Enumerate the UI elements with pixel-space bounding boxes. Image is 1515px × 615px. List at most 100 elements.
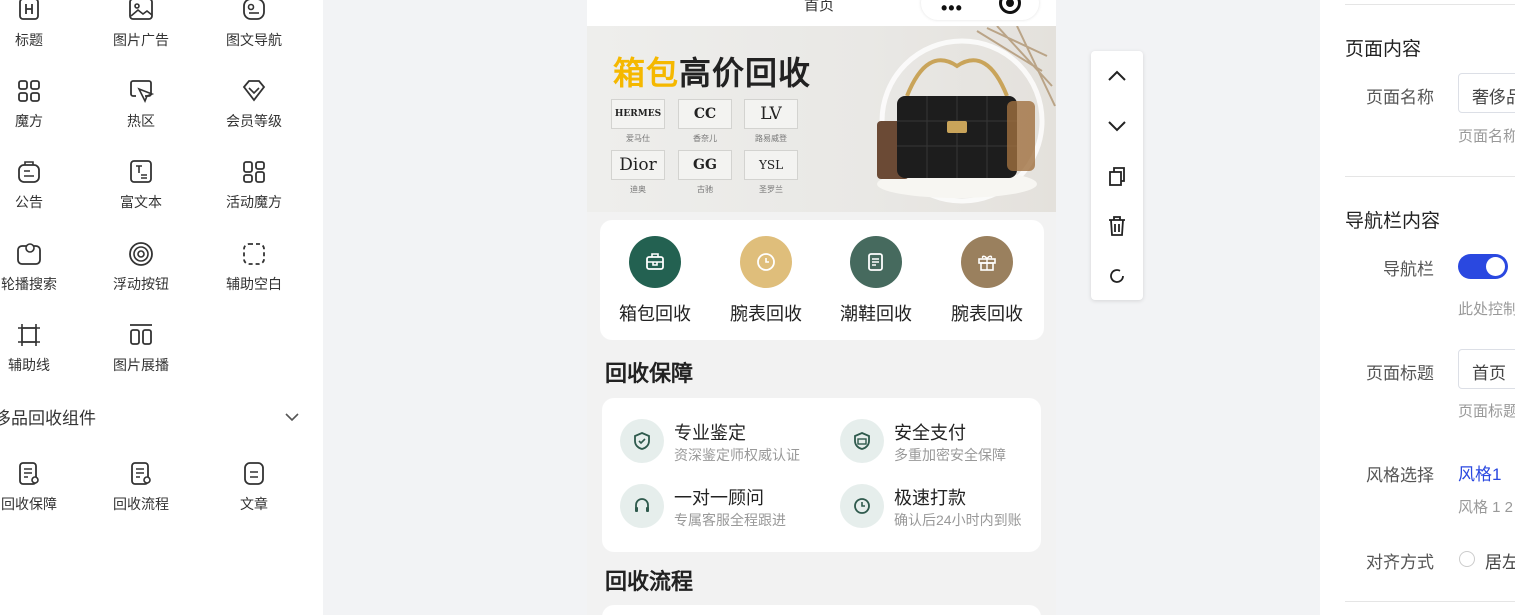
member-level-icon: [240, 77, 268, 105]
component-article[interactable]: 文章: [209, 460, 299, 514]
component-image-show[interactable]: 图片展播: [96, 321, 186, 375]
page-name-tip: 页面名称: [1458, 128, 1515, 145]
component-label: 活动魔方: [226, 194, 282, 210]
guarantee-item[interactable]: 极速打款 确认后24小时内到账: [840, 484, 1050, 530]
component-label: 图片展播: [113, 357, 169, 373]
carousel-search-icon: [15, 240, 43, 268]
quick-nav-label: 箱包回收: [619, 304, 691, 324]
component-label: 热区: [127, 113, 155, 129]
chevron-down-icon[interactable]: [283, 408, 301, 426]
align-left-label[interactable]: 居左: [1485, 548, 1515, 573]
nav-bar-label: 导航栏: [1383, 260, 1434, 279]
component-float-button[interactable]: 浮动按钮: [96, 240, 186, 294]
component-recycle-guarantee[interactable]: 回收保障: [0, 460, 74, 514]
divider: [1345, 4, 1515, 5]
nav-bar-toggle[interactable]: [1458, 254, 1508, 279]
brand-logo-mark: CC: [678, 99, 732, 129]
quick-nav-item[interactable]: 腕表回收: [716, 236, 816, 326]
watch-icon: [740, 236, 792, 288]
flow-section-title: 回收流程: [605, 569, 694, 594]
headset-icon: [620, 484, 664, 528]
page-title: 首页: [804, 0, 835, 14]
hotspot-icon: [127, 77, 155, 105]
clock-icon: [840, 484, 884, 528]
page-title-input[interactable]: 首页: [1458, 349, 1515, 389]
component-member-level[interactable]: 会员等级: [209, 77, 299, 131]
brand-logo: YSL 圣罗兰: [744, 150, 798, 195]
align-left-radio[interactable]: [1459, 551, 1475, 567]
style-select-value[interactable]: 风格1: [1458, 460, 1501, 485]
image-text-nav-icon: [240, 0, 268, 24]
brand-logo-mark: YSL: [744, 150, 798, 180]
cube-grid-icon: [15, 77, 43, 105]
brand-name: 路易威登: [755, 134, 787, 143]
page-name-input[interactable]: 奢侈品: [1458, 73, 1515, 113]
brand-logo-mark: HERMES: [611, 99, 665, 129]
component-label: 回收保障: [1, 496, 57, 512]
component-label: 回收流程: [113, 496, 169, 512]
component-cube[interactable]: 魔方: [0, 77, 74, 131]
component-notice[interactable]: 公告: [0, 158, 74, 212]
rich-text-icon: [127, 158, 155, 186]
component-blank-space[interactable]: 辅助空白: [209, 240, 299, 294]
component-carousel-search[interactable]: 轮播搜索: [0, 240, 74, 294]
divider: [1345, 176, 1515, 177]
component-label: 公告: [15, 194, 43, 210]
document-icon: [850, 236, 902, 288]
reset-icon[interactable]: [1104, 263, 1130, 289]
page-title-label: 页面标题: [1366, 364, 1434, 383]
copy-icon[interactable]: [1104, 163, 1130, 189]
guarantee-item[interactable]: 专业鉴定 资深鉴定师权威认证: [620, 419, 830, 465]
article-icon: [240, 460, 268, 488]
component-title[interactable]: 标题: [0, 0, 74, 50]
quick-nav-label: 腕表回收: [951, 304, 1023, 324]
component-label: 辅助空白: [226, 276, 282, 292]
component-guide-line[interactable]: 辅助线: [0, 321, 74, 375]
banner-title-highlight: 箱包: [613, 55, 680, 91]
component-label: 会员等级: [226, 113, 282, 129]
title-icon: [15, 0, 43, 24]
quick-nav-item[interactable]: 潮鞋回收: [826, 236, 926, 326]
move-up-icon[interactable]: [1104, 63, 1130, 89]
component-label: 富文本: [120, 194, 162, 210]
guarantee-subtitle: 确认后24小时内到账: [894, 512, 1022, 528]
brand-name: 古驰: [697, 185, 713, 194]
component-label: 轮播搜索: [1, 276, 57, 292]
component-label: 文章: [240, 496, 268, 512]
brand-logo-mark: GG: [678, 150, 732, 180]
handbag-image: [877, 26, 1056, 204]
banner-title: 箱包高价回收: [613, 48, 811, 94]
component-activity-cube[interactable]: 活动魔方: [209, 158, 299, 212]
component-image-text-nav[interactable]: 图文导航: [209, 0, 299, 50]
quick-nav-label: 腕表回收: [730, 304, 802, 324]
brand-name: 爱马仕: [626, 134, 650, 143]
recycle-flow-icon: [127, 460, 155, 488]
banner-title-rest: 高价回收: [679, 55, 812, 91]
component-label: 辅助线: [8, 357, 50, 373]
gift-icon: [961, 236, 1013, 288]
component-label: 标题: [15, 32, 43, 48]
quick-nav-item[interactable]: 箱包回收: [605, 236, 705, 326]
banner[interactable]: 箱包高价回收 HERMES 爱马仕 CC 香奈儿 LV 路易威登 Dior 迪奥…: [587, 26, 1056, 212]
brand-logo: Dior 迪奥: [611, 150, 665, 195]
quick-nav-item[interactable]: 腕表回收: [937, 236, 1037, 326]
image-show-icon: [127, 321, 155, 349]
component-recycle-flow[interactable]: 回收流程: [96, 460, 186, 514]
component-image-ad[interactable]: 图片广告: [96, 0, 186, 50]
component-label: 图文导航: [226, 32, 282, 48]
delete-icon[interactable]: [1104, 213, 1130, 239]
guarantee-card: 专业鉴定 资深鉴定师权威认证 安全支付 多重加密安全保障 一对一顾问 专属客服全…: [602, 398, 1041, 552]
quick-nav: 箱包回收 腕表回收 潮鞋回收 腕表回收: [600, 220, 1044, 340]
component-rich-text[interactable]: 富文本: [96, 158, 186, 212]
move-down-icon[interactable]: [1104, 113, 1130, 139]
guarantee-item[interactable]: 安全支付 多重加密安全保障: [840, 419, 1050, 465]
phone-nav-bar: 首页 •••: [587, 0, 1056, 26]
page-title-tip: 页面标题: [1458, 403, 1515, 420]
component-hotspot[interactable]: 热区: [96, 77, 186, 131]
page-name-label: 页面名称: [1366, 88, 1434, 107]
component-group-title[interactable]: 侈品回收组件: [0, 404, 96, 429]
recycle-guarantee-icon: [15, 460, 43, 488]
brand-name: 香奈儿: [693, 134, 717, 143]
guarantee-item[interactable]: 一对一顾问 专属客服全程跟进: [620, 484, 830, 530]
brand-logo-mark: Dior: [611, 150, 665, 180]
